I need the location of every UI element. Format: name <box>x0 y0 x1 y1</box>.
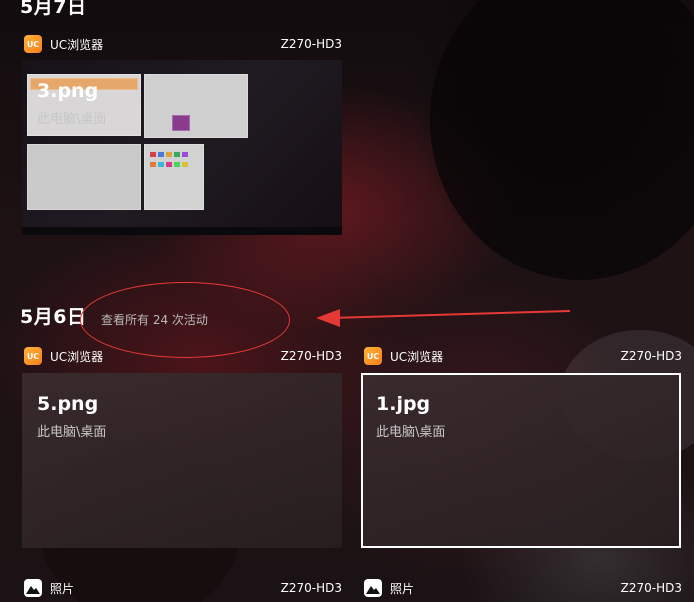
card-header: UC UC浏览器 Z270-HD3 <box>364 346 682 366</box>
photos-icon <box>364 579 382 597</box>
app-name: UC浏览器 <box>50 349 104 364</box>
device-name: Z270-HD3 <box>620 581 682 595</box>
app-name: UC浏览器 <box>390 349 444 364</box>
device-name: Z270-HD3 <box>620 349 682 363</box>
device-name: Z270-HD3 <box>280 37 342 51</box>
card-header: UC UC浏览器 Z270-HD3 <box>24 346 342 366</box>
uc-browser-icon: UC <box>24 35 42 53</box>
card-header: UC UC浏览器 Z270-HD3 <box>24 34 342 54</box>
card-path: 此电脑\桌面 <box>376 425 446 440</box>
app-name: UC浏览器 <box>50 37 104 52</box>
card-path: 此电脑\桌面 <box>37 425 107 440</box>
device-name: Z270-HD3 <box>280 581 342 595</box>
photos-icon <box>24 579 42 597</box>
annotation-arrow <box>316 309 571 327</box>
uc-browser-icon: UC <box>24 347 42 365</box>
date-heading-may-7: 5月7日 <box>20 0 87 18</box>
taskbar <box>22 227 342 235</box>
card-header: 照片 Z270-HD3 <box>364 578 682 598</box>
app-name: 照片 <box>50 581 75 596</box>
card-title: 1.jpg <box>376 393 431 415</box>
activity-card-3png[interactable]: 3.png 此电脑\桌面 <box>22 60 342 235</box>
activity-card-1jpg[interactable]: 1.jpg 此电脑\桌面 <box>361 373 681 548</box>
activity-card-5png[interactable]: 5.png 此电脑\桌面 <box>22 373 342 548</box>
date-heading-may-6: 5月6日 <box>20 306 87 328</box>
card-title: 3.png <box>37 80 99 102</box>
card-path: 此电脑\桌面 <box>37 112 107 127</box>
card-header: 照片 Z270-HD3 <box>24 578 342 598</box>
device-name: Z270-HD3 <box>280 349 342 363</box>
uc-browser-icon: UC <box>364 347 382 365</box>
app-name: 照片 <box>390 581 415 596</box>
card-title: 5.png <box>37 393 99 415</box>
